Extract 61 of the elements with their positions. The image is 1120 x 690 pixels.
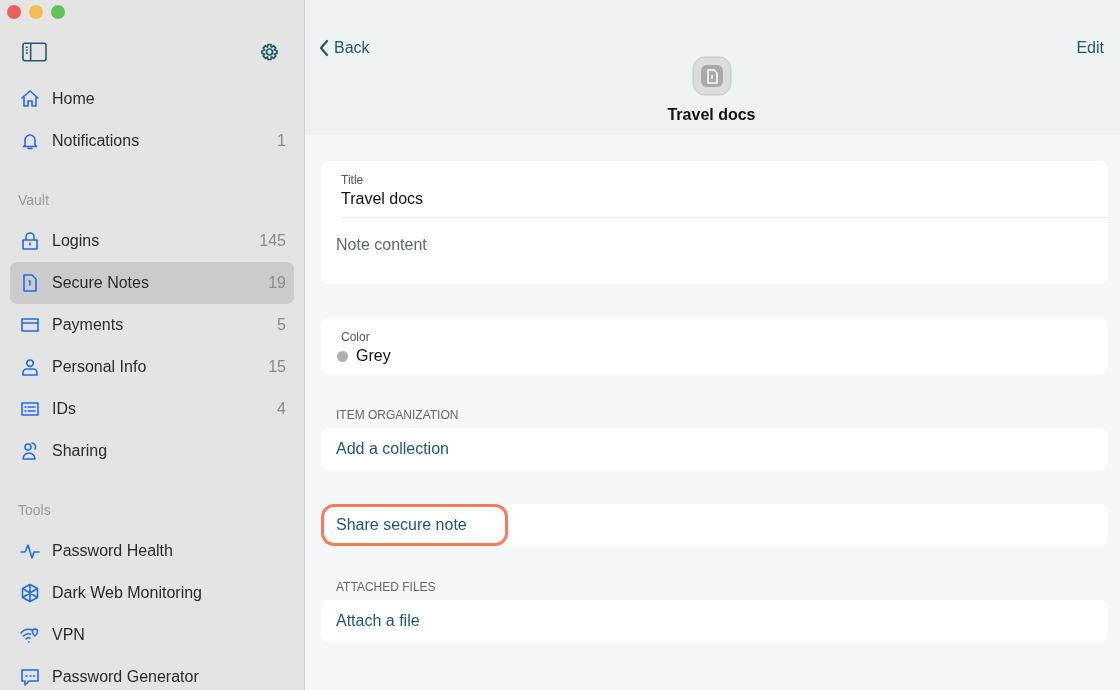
idcard-icon xyxy=(20,399,40,419)
item-count: 19 xyxy=(268,274,286,292)
sidebar-label: Password Generator xyxy=(52,668,200,686)
cube-icon xyxy=(20,583,40,603)
item-count: 1 xyxy=(277,132,286,150)
lock-icon xyxy=(20,231,40,251)
sidebar-item[interactable]: Sharing xyxy=(10,430,294,472)
action-link[interactable]: Add a collection xyxy=(321,428,490,470)
sidebar-item[interactable]: Home xyxy=(10,78,294,120)
note-icon xyxy=(691,56,732,96)
chat-icon xyxy=(20,667,40,687)
sidebar-label: Secure Notes xyxy=(52,274,150,292)
sidebar-item[interactable]: Payments 5 xyxy=(10,304,294,346)
sidebar-item[interactable]: Secure Notes 19 xyxy=(10,262,294,304)
item-count: 5 xyxy=(277,316,286,334)
section-heading: Tools xyxy=(17,501,52,520)
sidebar-label: Logins xyxy=(52,232,101,250)
sidebar-label: IDs xyxy=(52,400,77,418)
section-heading: ATTACHED FILES xyxy=(335,580,437,596)
sidebar-label: Dark Web Monitoring xyxy=(52,584,203,602)
sidebar-label: Notifications xyxy=(52,132,141,150)
edit-button[interactable]: Edit xyxy=(1076,37,1104,59)
item-title: Travel docs xyxy=(667,106,756,124)
sidebar-item[interactable]: Notifications 1 xyxy=(10,120,294,162)
sidebar-label: Home xyxy=(52,90,96,108)
item-count: 145 xyxy=(259,232,286,250)
minimize-window-button[interactable] xyxy=(29,5,43,19)
pulse-icon xyxy=(20,541,40,561)
sidebar-item[interactable]: Personal Info 15 xyxy=(10,346,294,388)
card-icon xyxy=(20,315,40,335)
section-heading: ITEM ORGANIZATION xyxy=(335,408,460,424)
color-value: Grey xyxy=(356,347,391,365)
sidebar-label: Personal Info xyxy=(52,358,148,376)
zoom-window-button[interactable] xyxy=(51,5,65,19)
sidebar-label: Password Health xyxy=(52,542,174,560)
note-icon xyxy=(20,273,40,293)
home-icon xyxy=(20,89,40,109)
sidebar-item[interactable]: Password Health xyxy=(10,530,294,572)
back-button[interactable]: Back xyxy=(319,37,370,59)
field-label: Color xyxy=(341,330,371,344)
sidebar-label: VPN xyxy=(52,626,86,644)
person-icon xyxy=(20,357,40,377)
action-link[interactable]: Attach a file xyxy=(321,600,461,642)
sidebar-item[interactable]: IDs 4 xyxy=(10,388,294,430)
field-value: Travel docs xyxy=(341,190,425,208)
sidebar-item[interactable]: Password Generator xyxy=(10,656,294,690)
sidebar-label: Sharing xyxy=(52,442,109,460)
sidebar-item[interactable]: Logins 145 xyxy=(10,220,294,262)
section-heading: Vault xyxy=(17,191,50,210)
item-count: 15 xyxy=(268,358,286,376)
bell-icon xyxy=(20,131,40,151)
sidebar-item[interactable]: Dark Web Monitoring xyxy=(10,572,294,614)
sidebar-toggle-icon[interactable] xyxy=(22,42,47,62)
action-link[interactable]: Share secure note xyxy=(321,504,508,546)
sidebar-label: Payments xyxy=(52,316,125,334)
close-window-button[interactable] xyxy=(7,5,21,19)
chevron-left-icon xyxy=(319,39,329,57)
wifi-icon xyxy=(20,625,40,645)
field-label: Title xyxy=(341,173,365,187)
sidebar-item[interactable]: VPN xyxy=(10,614,294,656)
item-count: 4 xyxy=(277,400,286,418)
